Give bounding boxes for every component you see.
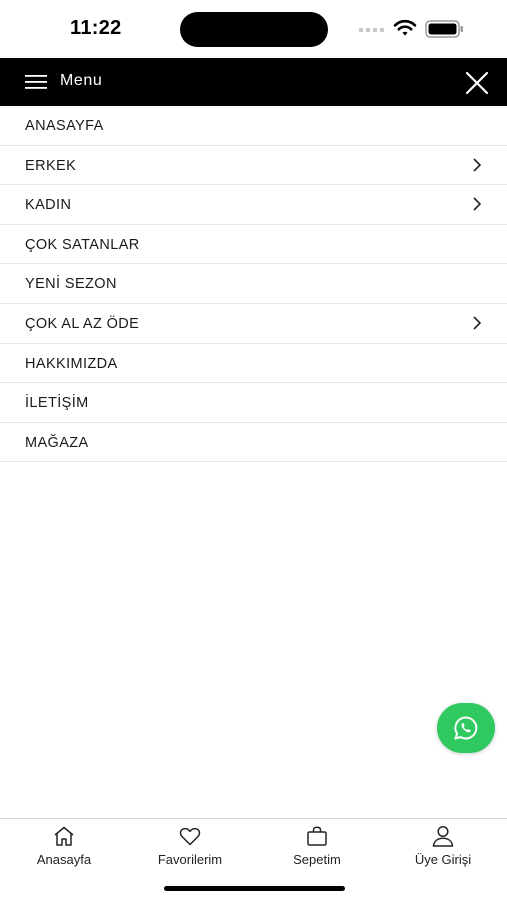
heart-icon bbox=[179, 827, 201, 846]
menu-item-label: İLETİŞİM bbox=[25, 395, 89, 412]
menu-item-label: ÇOK AL AZ ÖDE bbox=[25, 315, 140, 332]
menu-item-yeni-sezon[interactable]: YENİ SEZON bbox=[0, 264, 507, 304]
dynamic-island bbox=[180, 12, 328, 47]
menu-item-label: KADIN bbox=[25, 197, 72, 214]
nav-item-uye-girisi[interactable]: Üye Girişi bbox=[393, 825, 493, 871]
menu-item-label: ÇOK SATANLAR bbox=[25, 236, 140, 253]
menu-header: Menu bbox=[0, 58, 507, 106]
close-icon[interactable] bbox=[465, 71, 489, 95]
nav-item-favorilerim[interactable]: Favorilerim bbox=[140, 825, 240, 871]
menu-item-anasayfa[interactable]: ANASAYFA bbox=[0, 106, 507, 146]
chevron-right-icon bbox=[473, 316, 482, 330]
chevron-right-icon bbox=[473, 197, 482, 211]
menu-item-iletisim[interactable]: İLETİŞİM bbox=[0, 383, 507, 423]
menu-item-magaza[interactable]: MAĞAZA bbox=[0, 423, 507, 463]
menu-item-label: HAKKIMIZDA bbox=[25, 355, 118, 372]
menu-list: ANASAYFA ERKEK KADIN ÇOK SATANLAR YENİ S… bbox=[0, 106, 507, 463]
home-icon bbox=[54, 826, 74, 846]
nav-label: Favorilerim bbox=[157, 852, 223, 867]
whatsapp-button[interactable] bbox=[437, 703, 495, 753]
nav-item-anasayfa[interactable]: Anasayfa bbox=[14, 825, 114, 871]
menu-item-label: ANASAYFA bbox=[25, 118, 104, 134]
status-bar: 11:22 bbox=[0, 0, 507, 58]
nav-label: Üye Girişi bbox=[414, 852, 472, 867]
battery-icon bbox=[425, 20, 463, 38]
cellular-signal-icon bbox=[359, 28, 384, 32]
nav-label: Anasayfa bbox=[36, 852, 92, 867]
whatsapp-icon bbox=[454, 716, 478, 740]
menu-item-kadin[interactable]: KADIN bbox=[0, 185, 507, 225]
bag-icon bbox=[307, 826, 327, 846]
menu-title: Menu bbox=[60, 72, 103, 89]
menu-item-cok-satanlar[interactable]: ÇOK SATANLAR bbox=[0, 225, 507, 265]
hamburger-icon[interactable] bbox=[25, 74, 47, 90]
nav-item-sepetim[interactable]: Sepetim bbox=[267, 825, 367, 871]
menu-item-label: MAĞAZA bbox=[25, 434, 89, 451]
menu-item-hakkimizda[interactable]: HAKKIMIZDA bbox=[0, 344, 507, 384]
home-indicator bbox=[164, 886, 345, 891]
status-time: 11:22 bbox=[70, 17, 122, 39]
menu-item-erkek[interactable]: ERKEK bbox=[0, 146, 507, 186]
user-icon bbox=[432, 825, 454, 847]
menu-item-cok-al-az-ode[interactable]: ÇOK AL AZ ÖDE bbox=[0, 304, 507, 344]
nav-label: Sepetim bbox=[293, 852, 341, 867]
chevron-right-icon bbox=[473, 158, 482, 172]
menu-item-label: YENİ SEZON bbox=[25, 276, 117, 293]
wifi-icon bbox=[393, 19, 417, 36]
menu-item-label: ERKEK bbox=[25, 157, 77, 174]
